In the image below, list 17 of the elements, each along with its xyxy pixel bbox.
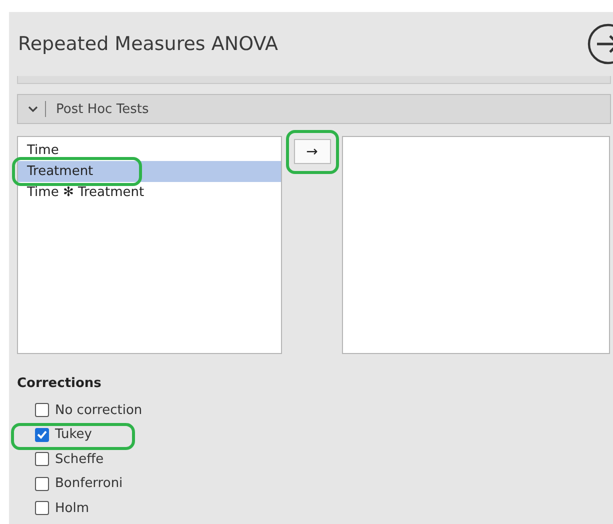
checkbox[interactable]	[35, 501, 49, 516]
checkbox[interactable]	[35, 452, 49, 466]
move-right-button[interactable]: →	[294, 139, 330, 164]
checkbox[interactable]	[35, 403, 49, 418]
checkbox-label: Bonferroni	[55, 476, 123, 492]
section-title: Post Hoc Tests	[56, 102, 149, 116]
checkbox[interactable]	[35, 428, 49, 442]
term-item[interactable]: Time ✻ Treatment	[18, 182, 281, 203]
checkbox-label: Holm	[55, 500, 90, 516]
section-header[interactable]: Post Hoc Tests	[17, 94, 611, 124]
checkbox[interactable]	[35, 476, 49, 491]
checkbox-label: No correction	[55, 402, 142, 418]
term-item[interactable]: Time	[18, 140, 281, 161]
window-title: Repeated Measures ANOVA	[18, 33, 278, 55]
section-heading: Corrections	[17, 376, 102, 391]
checkbox-label: Scheffe	[55, 452, 104, 467]
checkbox-label: Tukey	[55, 427, 92, 442]
